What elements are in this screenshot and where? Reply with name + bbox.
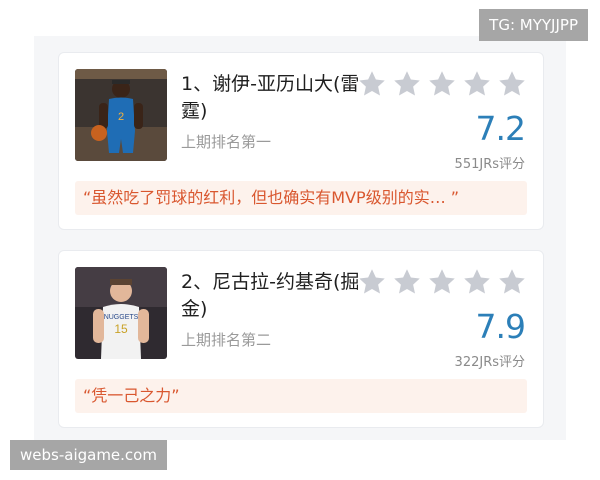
player-name: 2、尼古拉-约基奇(掘金)	[181, 271, 360, 320]
player-photo: NUGGETS 15	[75, 267, 167, 359]
star-outline-icon[interactable]	[392, 69, 422, 99]
previous-rank: 上期排名第一	[181, 133, 272, 151]
star-outline-icon[interactable]	[427, 69, 457, 99]
player-score: 7.2	[475, 109, 526, 148]
player-name: 1、谢伊-亚历山大(雷霆)	[181, 73, 360, 122]
svg-text:2: 2	[118, 111, 124, 123]
star-outline-icon[interactable]	[462, 69, 492, 99]
watermark-telegram: TG: MYYJJPP	[479, 9, 588, 41]
vote-count: 322JRs评分	[454, 355, 525, 370]
svg-text:NUGGETS: NUGGETS	[104, 314, 139, 321]
star-outline-icon[interactable]	[497, 69, 527, 99]
star-rating[interactable]	[357, 69, 527, 101]
star-outline-icon[interactable]	[357, 69, 387, 99]
previous-rank: 上期排名第二	[181, 331, 272, 349]
star-outline-icon[interactable]	[427, 267, 457, 297]
star-rating[interactable]	[357, 267, 527, 299]
watermark-site: webs-aigame.com	[10, 440, 167, 470]
player-card[interactable]: 2 1、谢伊-亚历山大(雷霆) 上期排名第一 7.2 551JRs评分 “虽然吃…	[58, 52, 544, 230]
vote-count: 551JRs评分	[454, 157, 525, 172]
star-outline-icon[interactable]	[357, 267, 387, 297]
top-comment[interactable]: “虽然吃了罚球的红利，但也确实有MVP级别的实… ”	[75, 181, 527, 215]
top-comment[interactable]: “凭一己之力”	[75, 379, 527, 413]
player-photo: 2	[75, 69, 167, 161]
star-outline-icon[interactable]	[497, 267, 527, 297]
player-score: 7.9	[475, 307, 526, 346]
star-outline-icon[interactable]	[392, 267, 422, 297]
player-card[interactable]: NUGGETS 15 2、尼古拉-约基奇(掘金) 上期排名第二 7.9 322J…	[58, 250, 544, 428]
star-outline-icon[interactable]	[462, 267, 492, 297]
svg-text:15: 15	[114, 322, 128, 336]
